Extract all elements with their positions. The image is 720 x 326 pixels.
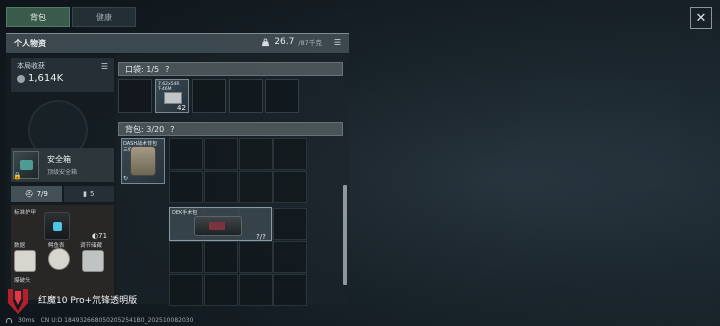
- backpack-label: 背包: 3/20: [125, 124, 165, 134]
- earnings-value: 1,614K: [28, 73, 64, 84]
- pocket-label: 口袋: 1/5: [125, 64, 160, 74]
- armor-durability-row: ◐71: [92, 232, 107, 240]
- weight-value: 26.7: [274, 37, 295, 47]
- gear-slot-item[interactable]: [14, 250, 36, 272]
- close-icon: ✕: [695, 10, 707, 26]
- bag-cell[interactable]: [204, 171, 238, 203]
- bag-cell[interactable]: [204, 274, 238, 306]
- subtab-supplies-count: 5: [89, 190, 95, 198]
- bag-cell[interactable]: [169, 274, 203, 306]
- ping-value: 30ms: [18, 317, 35, 324]
- inventory-header: 个人物资 26.7 /87千克 ☰: [6, 33, 349, 53]
- user-id: CN U:D 1849326680502052541B0_20251008203…: [40, 317, 194, 324]
- slot-label-storage: 调节储藏: [80, 243, 103, 249]
- help-icon[interactable]: ?: [165, 65, 169, 74]
- weight-icon: [262, 37, 270, 46]
- bag-cell[interactable]: [169, 138, 203, 170]
- red-magic-logo-icon: [8, 289, 28, 314]
- tab-backpack[interactable]: 背包: [6, 7, 70, 27]
- earnings-label: 本局收获: [17, 62, 45, 70]
- toolbox-icon: ⛑: [24, 190, 34, 198]
- close-button[interactable]: ✕: [690, 7, 712, 29]
- device-watermark: 红魔10 Pro+氘锋透明版: [38, 296, 138, 306]
- earnings-box: 本局收获 1,614K ☰: [11, 58, 114, 92]
- tab-health[interactable]: 健康: [72, 7, 136, 27]
- scrollbar[interactable]: [343, 185, 347, 285]
- pocket-slot[interactable]: [118, 79, 152, 113]
- bag-cell[interactable]: [273, 138, 307, 170]
- equipped-backpack[interactable]: DASH战术背包 三级背包 ↻: [121, 138, 165, 184]
- subtab-equipment-count: 7/9: [36, 190, 48, 198]
- safe-box-title: 安全箱: [47, 155, 71, 164]
- bag-cell[interactable]: [169, 171, 203, 203]
- dek-durability: ?/?: [256, 233, 266, 241]
- armor-durability: 71: [98, 232, 108, 240]
- gear-slot-item[interactable]: [48, 248, 70, 270]
- dek-label: DEK手术包: [172, 210, 198, 216]
- bag-cell[interactable]: [169, 241, 203, 273]
- bag-cell[interactable]: [273, 274, 307, 306]
- earnings-list-icon[interactable]: ☰: [101, 62, 108, 71]
- bag-cell[interactable]: [273, 208, 307, 240]
- lock-icon: 🔒: [13, 172, 22, 180]
- backpack-header: 背包: 3/20 ?: [118, 122, 343, 136]
- safe-box-text: 安全箱 顶级安全箱: [47, 154, 77, 176]
- bag-cell[interactable]: [273, 171, 307, 203]
- bag-cell[interactable]: [239, 171, 273, 203]
- bag-cell[interactable]: [239, 241, 273, 273]
- safe-box[interactable]: 安全箱 顶级安全箱: [11, 148, 114, 182]
- backpack-icon: [130, 146, 156, 176]
- pocket-slot-ammo[interactable]: 7.62x54R T-46M 42: [155, 79, 189, 113]
- slot-label-data: 数据: [14, 243, 26, 249]
- bag-cell[interactable]: [239, 274, 273, 306]
- top-tabs: 背包 健康: [6, 7, 136, 27]
- bag-cell[interactable]: [204, 241, 238, 273]
- pocket-slot[interactable]: [192, 79, 226, 113]
- pocket-slot[interactable]: [265, 79, 299, 113]
- subtab-equipment[interactable]: ⛑ 7/9: [11, 186, 62, 202]
- bag-cell[interactable]: [204, 138, 238, 170]
- wifi-icon: [6, 318, 12, 323]
- subtab-supplies[interactable]: ▮ 5: [63, 186, 114, 202]
- inventory-title: 个人物资: [14, 39, 46, 48]
- list-icon[interactable]: ☰: [334, 38, 341, 47]
- pocket-slot[interactable]: [229, 79, 263, 113]
- gear-subtabs: ⛑ 7/9 ▮ 5: [11, 186, 114, 202]
- bag-cell[interactable]: [273, 241, 307, 273]
- armor-item[interactable]: [44, 212, 70, 240]
- armor-label: 标准护甲: [14, 210, 37, 216]
- canister-icon: ▮: [83, 190, 87, 198]
- network-status: 30ms CN U:D 1849326680502052541B0_202510…: [6, 317, 193, 324]
- ammo-count: 42: [177, 104, 186, 112]
- background-scenery: [520, 80, 680, 190]
- earnings-value-row: 1,614K: [17, 73, 108, 84]
- coin-icon: [17, 74, 25, 83]
- pocket-header: 口袋: 1/5 ?: [118, 62, 343, 76]
- bag-cell[interactable]: [239, 138, 273, 170]
- gear-slot-item[interactable]: [82, 250, 104, 272]
- rotate-icon: ↻: [123, 175, 129, 182]
- ammo-box-icon: [164, 92, 182, 104]
- help-icon[interactable]: ?: [170, 125, 174, 134]
- helmet-label: 爆破头: [14, 278, 31, 284]
- weight-max: /87千克: [298, 39, 322, 47]
- safe-box-subtitle: 顶级安全箱: [47, 169, 78, 176]
- weight-indicator: 26.7 /87千克 ☰: [261, 37, 341, 47]
- surgical-kit-icon: [194, 216, 242, 236]
